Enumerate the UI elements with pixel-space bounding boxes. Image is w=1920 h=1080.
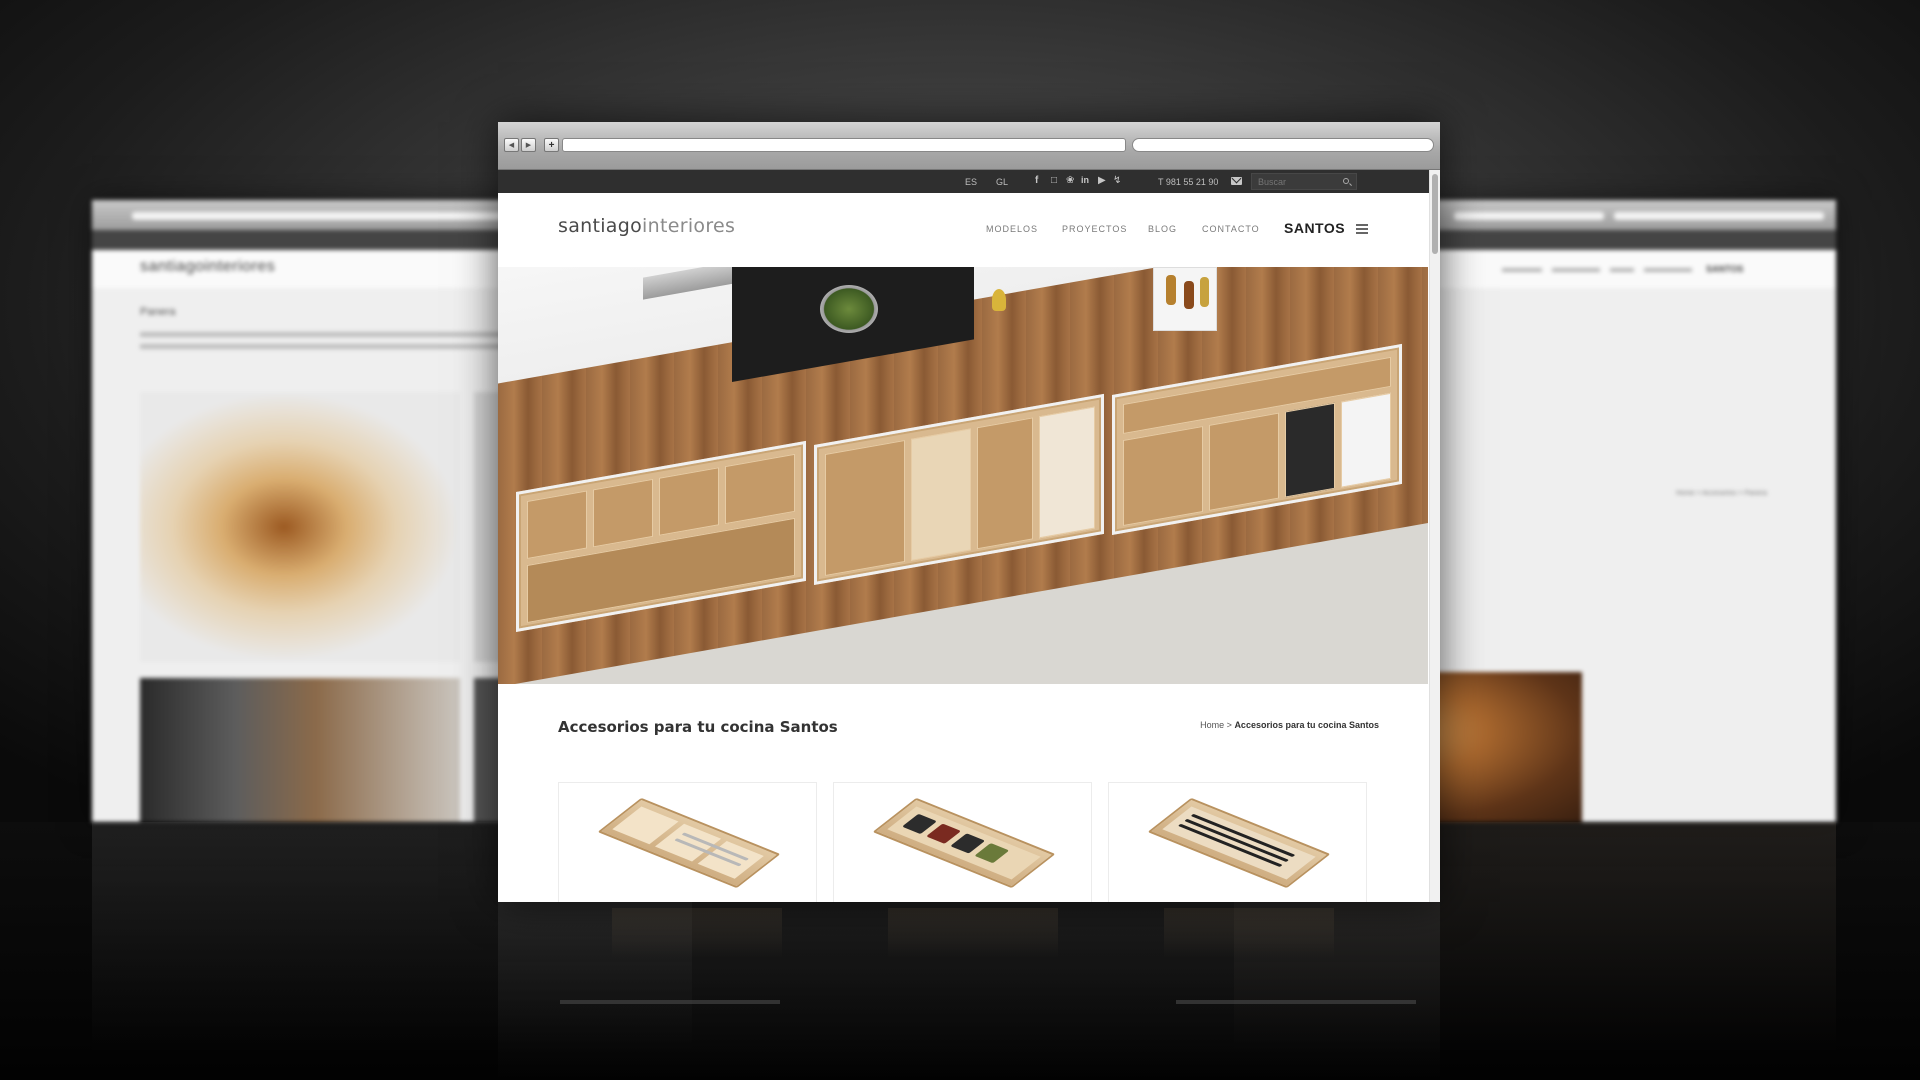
card-reflection <box>1164 908 1334 958</box>
background-kitchen-photo <box>140 678 460 822</box>
hero-bottle <box>1200 277 1209 307</box>
background-menu-item <box>1552 268 1600 272</box>
navigation-buttons: ◀ ▶ + <box>504 138 559 152</box>
breadcrumb: Home > Accesorios para tu cocina Santos <box>1200 720 1379 730</box>
background-url-bar <box>132 212 552 220</box>
web-page: ES GL f □ ❀ in ▶ ↯ T 981 55 21 90 santia… <box>498 170 1440 902</box>
product-image-cutlery-tray <box>597 797 781 889</box>
nav-item-contacto[interactable]: CONTACTO <box>1202 224 1260 234</box>
background-brand: SANTOS <box>1706 264 1744 274</box>
background-menu-item <box>1502 268 1542 272</box>
breadcrumb-separator: > <box>1226 720 1232 730</box>
background-bread-photo <box>140 392 460 662</box>
logo-main-text: santiago <box>558 215 643 237</box>
card-reflection <box>888 908 1058 958</box>
browser-toolbar: ◀ ▶ + <box>498 122 1440 170</box>
hamburger-menu-icon[interactable] <box>1356 224 1368 236</box>
nav-item-santos[interactable]: SANTOS <box>1284 220 1345 236</box>
nav-item-blog[interactable]: BLOG <box>1148 224 1177 234</box>
product-image-spice-tray <box>872 797 1056 889</box>
background-breadcrumb: Home > Accesorios > Panera <box>1676 490 1768 497</box>
facebook-icon[interactable]: f <box>1035 175 1038 186</box>
linkedin-icon[interactable]: in <box>1081 175 1089 185</box>
text-reflection <box>560 1000 780 1004</box>
back-button[interactable]: ◀ <box>504 138 519 152</box>
logo-sub-text: interiores <box>642 215 736 237</box>
page-scrollbar[interactable] <box>1429 170 1440 902</box>
site-logo[interactable]: santiagointeriores <box>558 215 735 237</box>
background-search-bar <box>1614 212 1824 220</box>
background-menu-item <box>1644 268 1692 272</box>
language-gl-link[interactable]: GL <box>996 177 1008 187</box>
product-card[interactable] <box>1108 782 1367 902</box>
new-tab-button[interactable]: + <box>544 138 559 152</box>
issuu-icon[interactable]: ↯ <box>1113 175 1121 186</box>
site-header: santiagointeriores MODELOS PROYECTOS BLO… <box>498 193 1440 267</box>
mail-icon[interactable] <box>1231 177 1242 185</box>
hero-bottle <box>1166 275 1176 305</box>
nav-item-proyectos[interactable]: PROYECTOS <box>1062 224 1127 234</box>
browser-search-input[interactable] <box>1132 138 1434 152</box>
breadcrumb-home-link[interactable]: Home <box>1200 720 1224 730</box>
nav-item-modelos[interactable]: MODELOS <box>986 224 1038 234</box>
product-card[interactable] <box>833 782 1092 902</box>
page-content: Accesorios para tu cocina Santos Home > … <box>498 684 1440 902</box>
product-image-knife-tray <box>1147 797 1331 889</box>
search-icon[interactable] <box>1343 178 1349 184</box>
instagram-icon[interactable]: □ <box>1051 175 1057 186</box>
twitter-icon[interactable]: ❀ <box>1066 175 1074 186</box>
background-url-bar <box>1454 212 1604 220</box>
product-grid <box>558 782 1367 902</box>
hero-bottle <box>1184 281 1194 309</box>
hero-oil-bottle <box>992 289 1006 311</box>
scrollbar-thumb[interactable] <box>1432 174 1438 254</box>
hero-kitchen-image <box>498 267 1428 684</box>
hero-pot <box>820 285 878 333</box>
background-page-title: Panera <box>140 306 176 318</box>
page-title: Accesorios para tu cocina Santos <box>558 718 838 736</box>
product-card[interactable] <box>558 782 817 902</box>
background-text-line <box>140 344 560 349</box>
phone-number: T 981 55 21 90 <box>1158 177 1219 187</box>
site-search <box>1251 173 1357 190</box>
language-es-link[interactable]: ES <box>965 177 977 187</box>
url-input[interactable] <box>562 138 1126 152</box>
site-search-input[interactable] <box>1252 174 1336 189</box>
browser-window: ◀ ▶ + ES GL f □ ❀ in ▶ ↯ T 981 55 21 90 … <box>498 122 1440 902</box>
youtube-icon[interactable]: ▶ <box>1098 175 1106 186</box>
background-menu-item <box>1610 268 1634 272</box>
card-reflection <box>612 908 782 958</box>
breadcrumb-current: Accesorios para tu cocina Santos <box>1234 720 1379 730</box>
background-logo: santiagointeriores <box>140 258 276 275</box>
utility-bar: ES GL f □ ❀ in ▶ ↯ T 981 55 21 90 <box>498 170 1440 193</box>
forward-button[interactable]: ▶ <box>521 138 536 152</box>
text-reflection <box>1176 1000 1416 1004</box>
